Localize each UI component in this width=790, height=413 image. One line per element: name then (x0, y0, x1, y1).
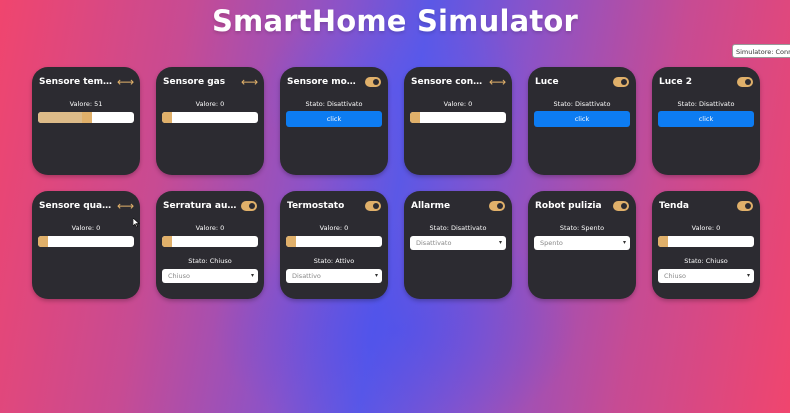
card-title: Robot pulizia (535, 201, 602, 211)
select-value: Spento (540, 239, 563, 247)
card-title: Termostato (287, 201, 345, 211)
state-text: Stato: Disattivato (553, 100, 611, 108)
card-header: Allarme (411, 199, 505, 213)
chevron-down-icon: ▾ (622, 239, 626, 246)
value-slider[interactable] (38, 112, 134, 123)
device-card: Tenda Valore: 0 Stato: Chiuso Chiuso ▾ (652, 191, 760, 299)
value-text: Valore: 0 (691, 224, 721, 232)
arrows-icon[interactable]: ⟷ (241, 76, 258, 88)
card-title: Luce 2 (659, 77, 692, 87)
slider-thumb[interactable] (410, 112, 420, 123)
device-card: Robot pulizia Stato: Spento Spento ▾ (528, 191, 636, 299)
arrows-icon[interactable]: ⟷ (117, 76, 134, 88)
value-text: Valore: 0 (319, 224, 349, 232)
device-card: Sensore temper… ⟷ Valore: 51 (32, 67, 140, 175)
card-title: Sensore temper… (39, 77, 113, 87)
card-header: Sensore movim… (287, 75, 381, 89)
state-select[interactable]: Chiuso ▾ (162, 269, 258, 283)
state-select[interactable]: Disattivo ▾ (286, 269, 382, 283)
select-value: Disattivato (416, 239, 452, 247)
toggle-icon[interactable] (737, 201, 753, 211)
select-value: Chiuso (664, 272, 686, 280)
toggle-icon[interactable] (365, 201, 381, 211)
device-card: Luce 2 Stato: Disattivato click (652, 67, 760, 175)
state-text: Stato: Spento (559, 224, 605, 232)
card-header: Sensore qualità … ⟷ (39, 199, 134, 213)
toggle-icon[interactable] (737, 77, 753, 87)
value-slider[interactable] (162, 236, 258, 247)
card-title: Sensore qualità … (39, 201, 113, 211)
page-title: SmartHome Simulator (211, 4, 579, 38)
card-header: Robot pulizia (535, 199, 629, 213)
device-card: Sensore gas ⟷ Valore: 0 (156, 67, 264, 175)
card-header: Termostato (287, 199, 381, 213)
arrows-icon[interactable]: ⟷ (489, 76, 506, 88)
card-title: Tenda (659, 201, 689, 211)
value-slider[interactable] (286, 236, 382, 247)
state-select[interactable]: Chiuso ▾ (658, 269, 754, 283)
state-text: Stato: Disattivato (429, 224, 487, 232)
card-title: Luce (535, 77, 559, 87)
card-title: Allarme (411, 201, 451, 211)
card-title: Sensore movim… (287, 77, 361, 87)
state-text: Stato: Chiuso (684, 257, 728, 265)
state-text: Stato: Disattivato (677, 100, 735, 108)
chevron-down-icon: ▾ (746, 272, 750, 279)
value-text: Valore: 0 (195, 100, 225, 108)
chevron-down-icon: ▾ (250, 272, 254, 279)
device-card: Sensore movim… Stato: Disattivato click (280, 67, 388, 175)
value-slider[interactable] (162, 112, 258, 123)
arrows-icon[interactable]: ⟷ (117, 200, 134, 212)
value-text: Valore: 0 (195, 224, 225, 232)
card-title: Sensore gas (163, 77, 226, 87)
card-header: Sensore conta p… ⟷ (411, 75, 506, 89)
slider-fill (38, 112, 82, 123)
card-header: Sensore temper… ⟷ (39, 75, 134, 89)
slider-thumb[interactable] (82, 112, 92, 123)
chevron-down-icon: ▾ (374, 272, 378, 279)
card-header: Serratura autom… (163, 199, 257, 213)
select-value: Chiuso (168, 272, 190, 280)
chevron-down-icon: ▾ (498, 239, 502, 246)
slider-thumb[interactable] (286, 236, 296, 247)
mouse-cursor-icon (133, 218, 140, 228)
device-card: Sensore conta p… ⟷ Valore: 0 (404, 67, 512, 175)
toggle-icon[interactable] (613, 201, 629, 211)
device-card: Sensore qualità … ⟷ Valore: 0 (32, 191, 140, 299)
value-slider[interactable] (410, 112, 506, 123)
card-header: Luce 2 (659, 75, 753, 89)
value-text: Valore: 0 (443, 100, 473, 108)
toggle-icon[interactable] (365, 77, 381, 87)
toggle-icon[interactable] (489, 201, 505, 211)
select-value: Disattivo (292, 272, 321, 280)
value-slider[interactable] (38, 236, 134, 247)
slider-thumb[interactable] (162, 236, 172, 247)
state-select[interactable]: Spento ▾ (534, 236, 630, 250)
click-button[interactable]: click (286, 111, 382, 127)
slider-thumb[interactable] (658, 236, 668, 247)
toggle-icon[interactable] (241, 201, 257, 211)
card-title: Sensore conta p… (411, 77, 485, 87)
card-header: Sensore gas ⟷ (163, 75, 258, 89)
click-button[interactable]: click (534, 111, 630, 127)
slider-thumb[interactable] (38, 236, 48, 247)
device-card: Termostato Valore: 0 Stato: Attivo Disattiv… (280, 191, 388, 299)
device-card: Luce Stato: Disattivato click (528, 67, 636, 175)
click-button[interactable]: click (658, 111, 754, 127)
status-tooltip: Simulatore: Connesso (732, 44, 790, 58)
state-text: Stato: Disattivato (305, 100, 363, 108)
state-select[interactable]: Disattivato ▾ (410, 236, 506, 250)
card-title: Serratura autom… (163, 201, 237, 211)
value-slider[interactable] (658, 236, 754, 247)
card-header: Luce (535, 75, 629, 89)
state-text: Stato: Attivo (313, 257, 355, 265)
value-text: Valore: 0 (71, 224, 101, 232)
device-card: Serratura autom… Valore: 0 Stato: Chiuso Ch… (156, 191, 264, 299)
device-card: Allarme Stato: Disattivato Disattivato ▾ (404, 191, 512, 299)
state-text: Stato: Chiuso (188, 257, 232, 265)
value-text: Valore: 51 (69, 100, 103, 108)
card-header: Tenda (659, 199, 753, 213)
toggle-icon[interactable] (613, 77, 629, 87)
slider-thumb[interactable] (162, 112, 172, 123)
